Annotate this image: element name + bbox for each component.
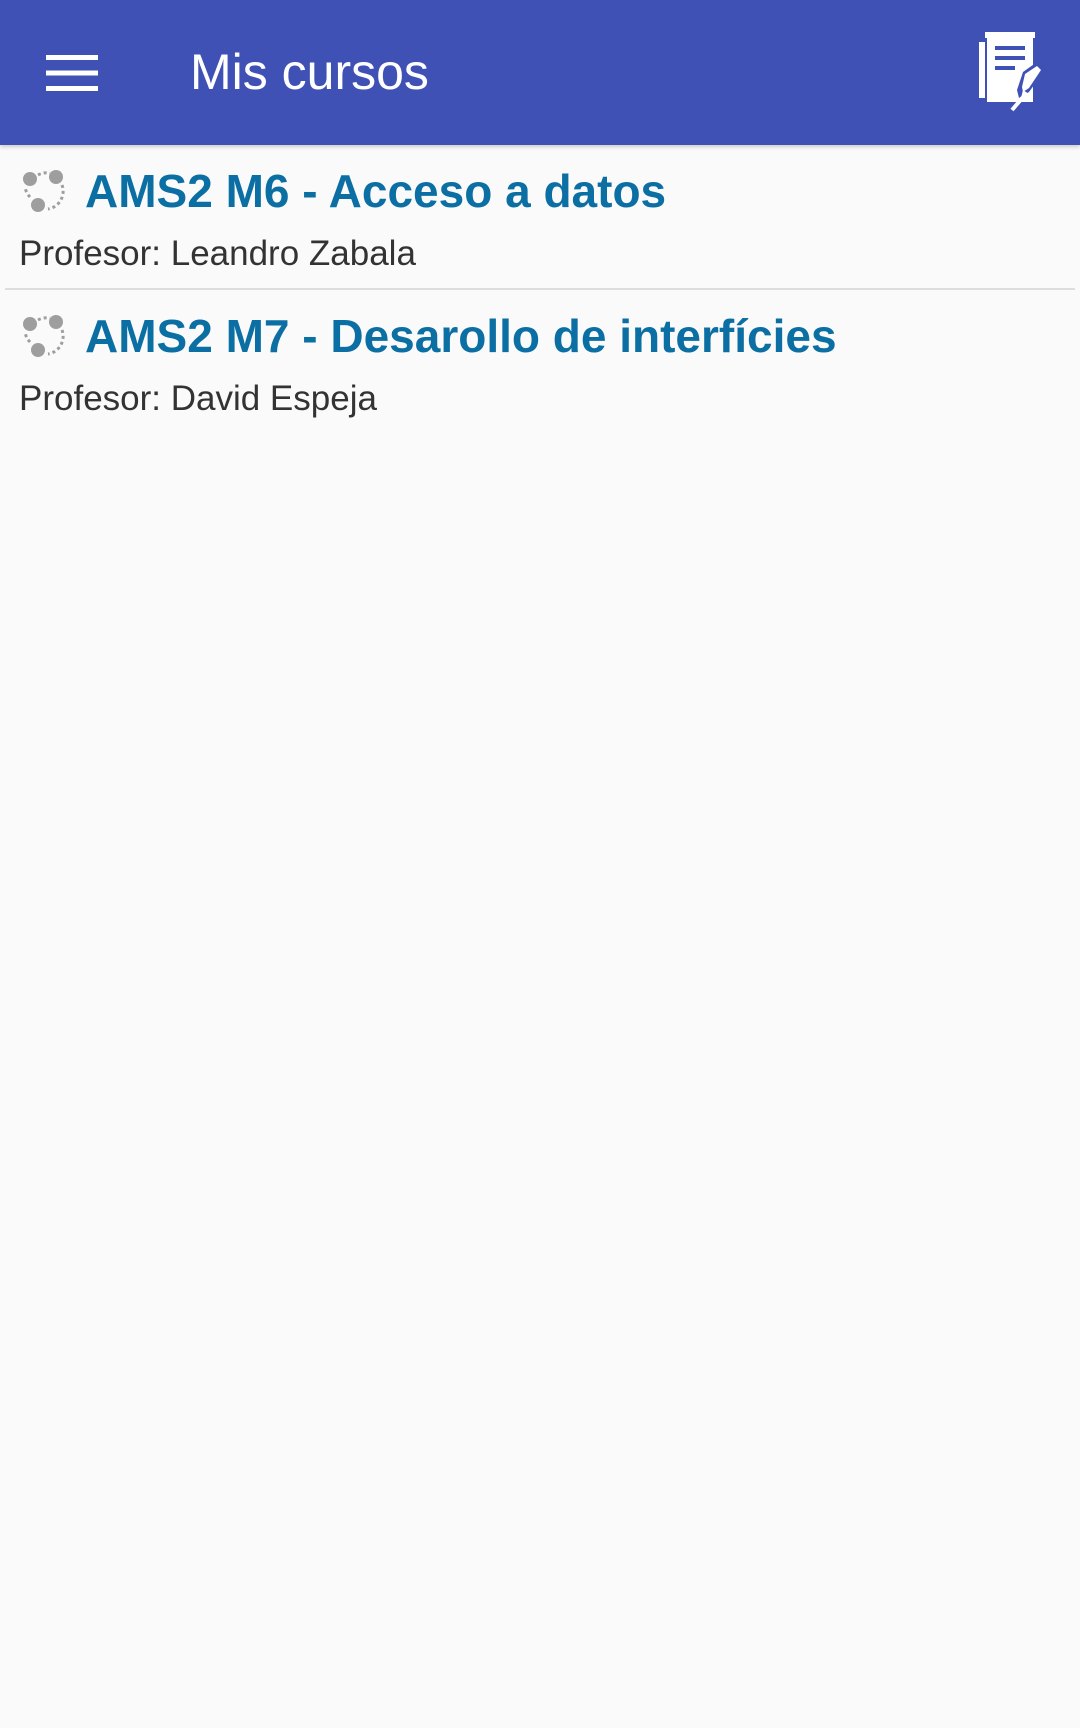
course-dots-icon (19, 311, 69, 361)
notes-button[interactable] (962, 22, 1062, 122)
course-title[interactable]: AMS2 M6 - Acceso a datos (85, 163, 666, 219)
course-item[interactable]: AMS2 M7 - Desarollo de interfícies Profe… (5, 288, 1075, 433)
app-bar: Mis cursos (0, 0, 1080, 145)
course-teacher: Profesor: Leandro Zabala (19, 234, 416, 273)
menu-button[interactable] (22, 28, 122, 118)
course-header: AMS2 M6 - Acceso a datos (19, 163, 666, 219)
course-title[interactable]: AMS2 M7 - Desarollo de interfícies (85, 308, 837, 364)
course-teacher: Profesor: David Espeja (19, 379, 377, 418)
hamburger-menu-icon (46, 55, 98, 91)
page-title: Mis cursos (190, 44, 429, 100)
notebook-edit-icon (979, 32, 1045, 112)
course-header: AMS2 M7 - Desarollo de interfícies (19, 308, 837, 364)
course-list: AMS2 M6 - Acceso a datos Profesor: Leand… (0, 145, 1080, 433)
course-item[interactable]: AMS2 M6 - Acceso a datos Profesor: Leand… (5, 145, 1075, 288)
course-dots-icon (19, 166, 69, 216)
